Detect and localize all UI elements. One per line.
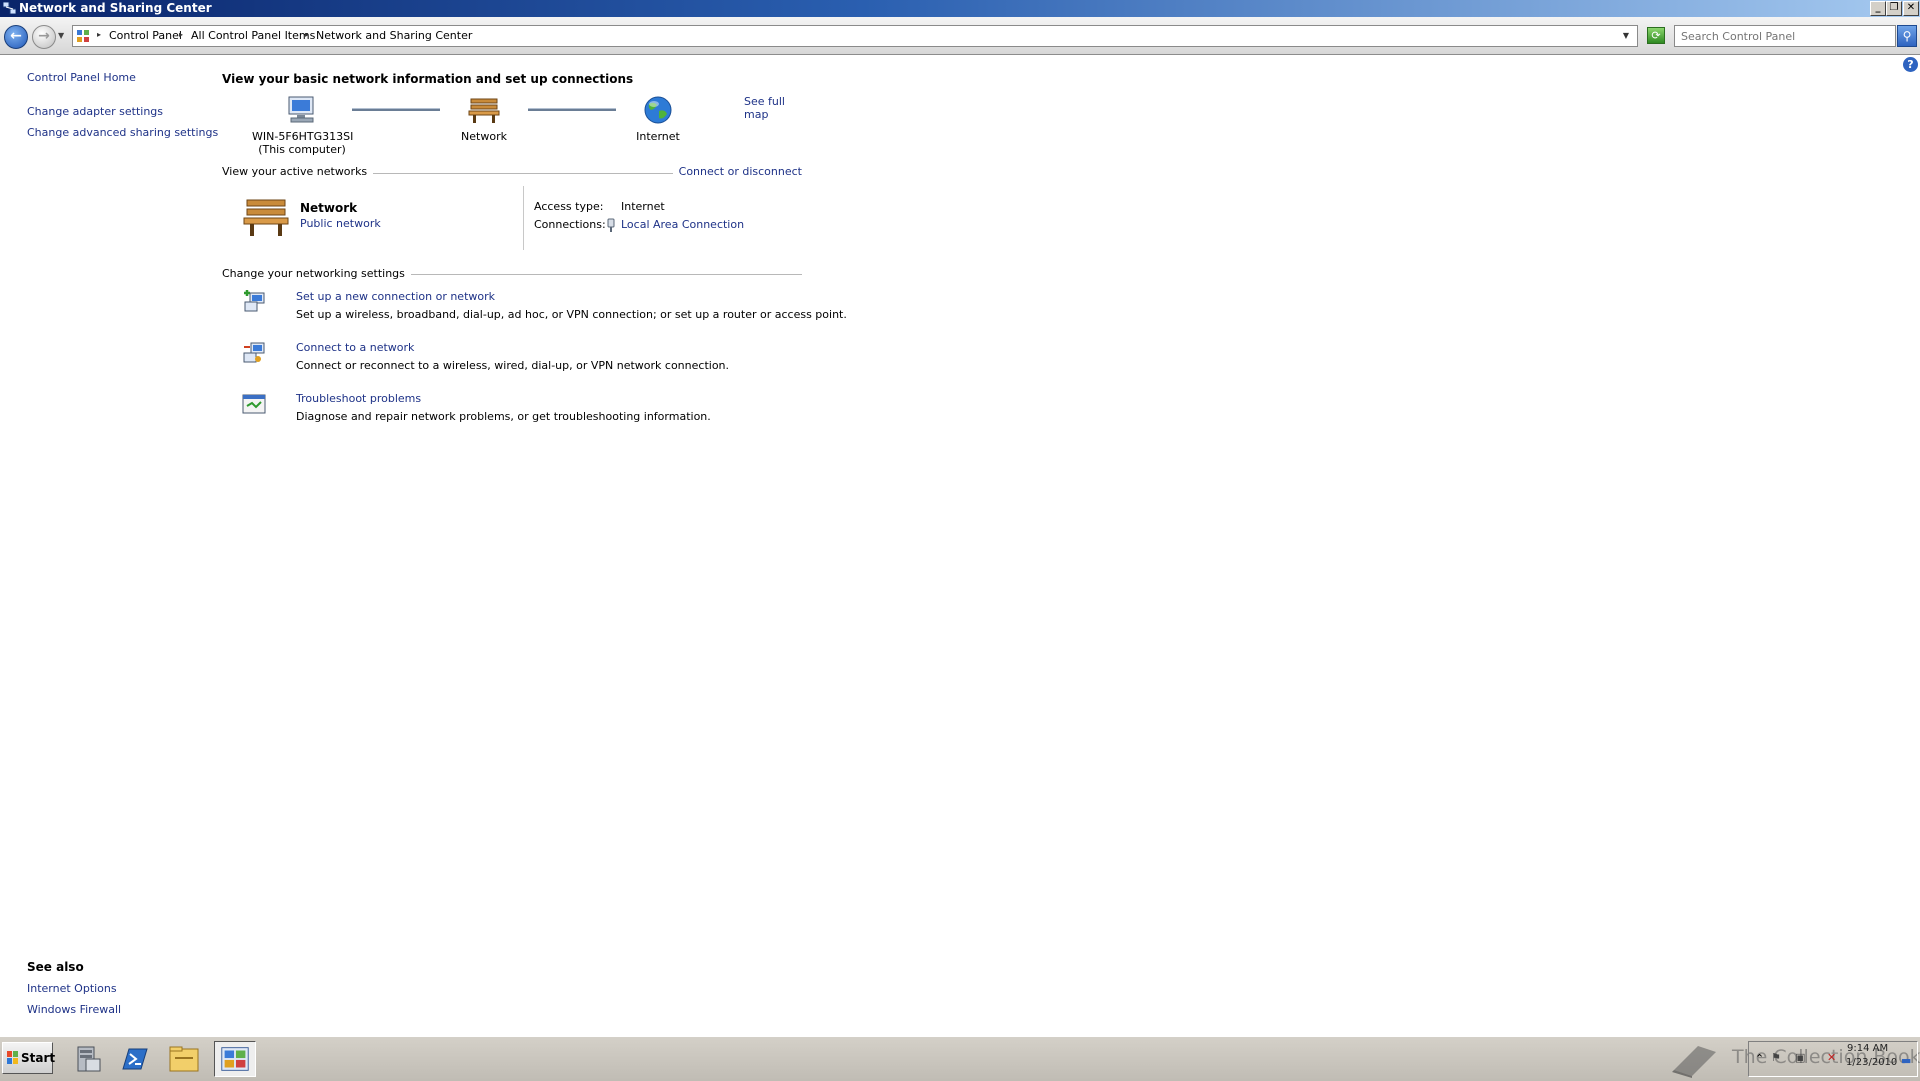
address-dropdown-icon[interactable]: ▼	[1623, 31, 1629, 40]
show-desktop-icon[interactable]: ▬	[1901, 1054, 1911, 1067]
breadcrumb-current[interactable]: Network and Sharing Center	[316, 29, 472, 42]
control-panel-home-link[interactable]: Control Panel Home	[27, 71, 136, 84]
help-icon[interactable]: ?	[1903, 57, 1918, 72]
bench-icon	[243, 199, 289, 236]
show-hidden-icons-icon[interactable]: ⌃	[1755, 1052, 1764, 1065]
computer-name: WIN-5F6HTG313SI	[252, 130, 354, 143]
task-description: Set up a wireless, broadband, dial-up, a…	[296, 308, 847, 321]
map-network-node[interactable]: Network	[444, 95, 524, 143]
change-advanced-sharing-link[interactable]: Change advanced sharing settings	[27, 126, 218, 139]
taskbar-control-panel[interactable]	[214, 1041, 256, 1077]
clock-date[interactable]: 1/23/2010	[1846, 1057, 1897, 1068]
task-connect-network[interactable]: Connect to a network Connect or reconnec…	[242, 341, 802, 381]
flag-icon[interactable]: ⚑	[1771, 1051, 1781, 1064]
left-pane: Control Panel Home Change adapter settin…	[0, 55, 218, 1035]
watermark-book-icon	[1672, 1046, 1716, 1078]
network-center-icon	[3, 2, 16, 14]
server-manager-icon	[77, 1046, 101, 1072]
access-type-label: Access type:	[534, 200, 604, 213]
access-type-value: Internet	[621, 200, 665, 213]
internet-options-link[interactable]: Internet Options	[27, 982, 117, 995]
change-adapter-settings-link[interactable]: Change adapter settings	[27, 105, 163, 118]
control-panel-icon	[77, 30, 89, 42]
computer-subtitle: (This computer)	[258, 143, 346, 156]
active-network-name: Network	[300, 201, 358, 215]
taskbar-powershell[interactable]	[113, 1041, 155, 1077]
networking-settings-heading: Change your networking settings	[222, 267, 411, 280]
title-bar: Network and Sharing Center _ ❐ ✕	[0, 0, 1920, 17]
bench-icon	[468, 98, 500, 123]
powershell-icon	[122, 1048, 148, 1070]
back-button[interactable]: ←	[4, 25, 28, 49]
taskbar-server-manager[interactable]	[66, 1041, 108, 1077]
network-tray-icon[interactable]: ▣	[1795, 1051, 1805, 1064]
search-input[interactable]	[1674, 25, 1896, 47]
map-computer-node[interactable]: WIN-5F6HTG313SI (This computer)	[252, 95, 354, 156]
start-label: Start	[21, 1051, 56, 1065]
breadcrumb-separator-icon[interactable]: ▸	[97, 30, 101, 39]
vertical-divider	[523, 186, 524, 250]
search-icon[interactable]: ⚲	[1897, 25, 1917, 47]
ethernet-icon	[607, 218, 615, 232]
close-button[interactable]: ✕	[1903, 1, 1919, 16]
task-new-connection[interactable]: Set up a new connection or network Set u…	[242, 290, 847, 330]
task-title[interactable]: Set up a new connection or network	[296, 290, 495, 303]
address-bar[interactable]: ▸ Control Panel ▸ All Control Panel Item…	[72, 25, 1638, 47]
connect-or-disconnect-link[interactable]: Connect or disconnect	[672, 165, 802, 178]
task-troubleshoot[interactable]: Troubleshoot problems Diagnose and repai…	[242, 392, 802, 432]
troubleshoot-icon	[242, 394, 266, 414]
breadcrumb-separator-icon[interactable]: ▸	[305, 30, 309, 39]
windows-firewall-link[interactable]: Windows Firewall	[27, 1003, 121, 1016]
active-networks-heading: View your active networks	[222, 165, 374, 178]
map-internet-node[interactable]: Internet	[618, 95, 698, 143]
refresh-button[interactable]: ⟳	[1647, 27, 1665, 44]
see-full-map-link[interactable]: See full map	[744, 95, 802, 121]
breadcrumb-control-panel[interactable]: Control Panel	[109, 29, 182, 42]
explorer-icon	[169, 1046, 199, 1072]
breadcrumb-separator-icon[interactable]: ▸	[179, 30, 183, 39]
windows-flag-icon	[7, 1051, 18, 1064]
local-area-connection-link[interactable]: Local Area Connection	[621, 218, 744, 231]
restore-button[interactable]: ❐	[1886, 1, 1902, 16]
task-description: Connect or reconnect to a wireless, wire…	[296, 359, 730, 372]
task-title[interactable]: Troubleshoot problems	[296, 392, 421, 405]
navigation-bar: ← → ▼ ▸ Control Panel ▸ All Control Pane…	[0, 17, 1920, 55]
clock-time[interactable]: 9:14 AM	[1847, 1043, 1888, 1054]
start-button[interactable]: Start	[2, 1042, 56, 1074]
map-connection-line	[352, 108, 440, 111]
new-connection-icon	[244, 290, 265, 312]
breadcrumb-all-items[interactable]: All Control Panel Items	[191, 29, 315, 42]
computer-icon	[288, 96, 314, 123]
see-also-heading: See also	[27, 960, 84, 974]
globe-icon	[644, 96, 672, 124]
network-label: Network	[461, 130, 507, 143]
network-type-link[interactable]: Public network	[300, 217, 381, 230]
forward-button[interactable]: →	[32, 25, 56, 49]
task-title[interactable]: Connect to a network	[296, 341, 414, 354]
connections-label: Connections:	[534, 218, 606, 231]
control-panel-icon	[221, 1047, 249, 1071]
internet-label: Internet	[636, 130, 680, 143]
minimize-button[interactable]: _	[1870, 1, 1886, 16]
taskbar: Start The Collection Book ⌃ ⚑ ▣ ✕ ▬ 9:14…	[0, 1036, 1920, 1081]
page-heading: View your basic network information and …	[222, 72, 634, 86]
map-connection-line	[528, 108, 616, 111]
recent-pages-dropdown-icon[interactable]: ▼	[58, 31, 64, 40]
taskbar-explorer[interactable]	[163, 1041, 205, 1077]
connect-network-icon	[243, 342, 265, 363]
window-title: Network and Sharing Center	[19, 1, 212, 15]
task-description: Diagnose and repair network problems, or…	[296, 410, 711, 423]
volume-muted-icon[interactable]: ✕	[1827, 1051, 1836, 1064]
